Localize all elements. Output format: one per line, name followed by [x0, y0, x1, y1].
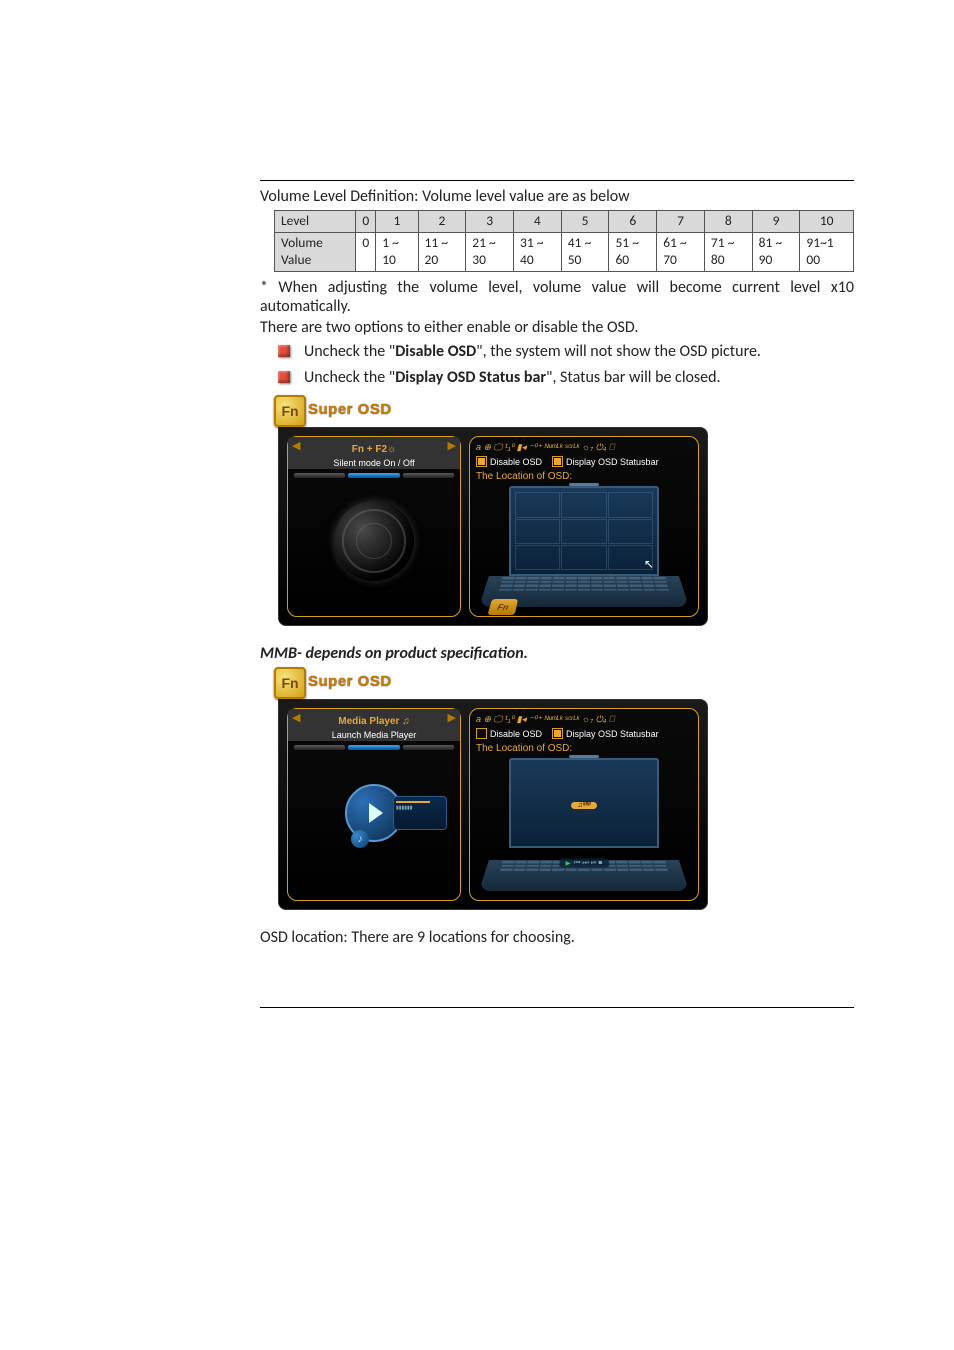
bullet-icon: [278, 345, 290, 357]
mini-player-icon: ▮▮▮▮▮▮: [393, 796, 447, 830]
location-grid[interactable]: ↖: [509, 486, 659, 576]
top-rule: [260, 180, 854, 181]
sub-tabs[interactable]: [294, 473, 454, 478]
osd-right-panel: a ⊕ 🖵 ¹₁⁰ ▮◂ ⁻⁰⁺ ᴺᵘᵐᴸᵏ ˢᶜʳᴸᵏ ☼₇ ⏻₄ ⎕ Dis…: [469, 436, 699, 617]
osd-left-panel: ◀ Fn + F2☼ ▶ Silent mode On / Off: [287, 436, 461, 617]
osd-left-panel: ◀ Media Player ♫ ▶ Launch Media Player: [287, 708, 461, 901]
osd-location-note: OSD location: There are 9 locations for …: [260, 928, 854, 947]
prev-arrow-icon[interactable]: ◀: [292, 439, 300, 452]
vol-def-intro: Volume Level Definition: Volume level va…: [260, 187, 854, 206]
fn-combo-label: Fn + F2☼: [352, 444, 396, 455]
window-title: Super OSD: [308, 401, 392, 418]
table-header-row: Level 0 1 2 3 4 5 6 7 8 9 10: [275, 211, 854, 233]
checkbox-icon: [476, 728, 487, 739]
osd-screenshot-mmb: Fn Super OSD ◀ Media Player ♫ ▶ Launch M…: [278, 671, 854, 910]
display-statusbar-checkbox[interactable]: Display OSD Statusbar: [552, 728, 659, 739]
bullet-icon: [278, 371, 290, 383]
checkbox-icon: [552, 728, 563, 739]
music-note-icon: ♪: [351, 830, 369, 848]
disable-osd-checkbox[interactable]: Disable OSD: [476, 456, 542, 467]
mmb-action-label: Launch Media Player: [288, 730, 460, 740]
sub-tabs[interactable]: [294, 745, 454, 750]
laptop-graphic: ♫ᴹᴹ ▶ ⏮ ⏭ ⏯ ■: [489, 758, 679, 894]
volume-note: * When adjusting the volume level, volum…: [260, 278, 854, 316]
checkbox-icon: [552, 456, 563, 467]
status-badge: ♫ᴹᴹ: [571, 802, 596, 809]
location-grid[interactable]: ♫ᴹᴹ: [509, 758, 659, 848]
laptop-graphic: ↖ Fn: [489, 486, 679, 610]
fan-icon: [334, 501, 414, 581]
app-icon: Fn: [274, 667, 306, 699]
prev-arrow-icon[interactable]: ◀: [292, 711, 300, 724]
volume-level-table: Level 0 1 2 3 4 5 6 7 8 9 10 Volume Valu…: [274, 210, 854, 272]
mmb-label: Media Player ♫: [338, 716, 409, 727]
disable-osd-checkbox[interactable]: Disable OSD: [476, 728, 542, 739]
osd-screenshot-fn: Fn Super OSD ◀ Fn + F2☼ ▶ Silent mode On…: [278, 399, 854, 626]
checkbox-icon: [476, 456, 487, 467]
table-value-row: Volume Value 0 1 ~ 10 11 ~ 20 21 ~ 30 31…: [275, 232, 854, 271]
location-label: The Location of OSD:: [476, 743, 692, 754]
option-display-statusbar: Uncheck the "Display OSD Status bar", St…: [278, 367, 854, 389]
fn-action-label: Silent mode On / Off: [288, 458, 460, 468]
options-intro: There are two options to either enable o…: [260, 318, 854, 337]
icon-row: a ⊕ 🖵 ¹₁⁰ ▮◂ ⁻⁰⁺ ᴺᵘᵐᴸᵏ ˢᶜʳᴸᵏ ☼₇ ⏻₄ ⎕: [476, 715, 692, 724]
bottom-rule: [260, 1007, 854, 1008]
icon-row: a ⊕ 🖵 ¹₁⁰ ▮◂ ⁻⁰⁺ ᴺᵘᵐᴸᵏ ˢᶜʳᴸᵏ ☼₇ ⏻₄ ⎕: [476, 443, 692, 452]
value-label: Volume Value: [275, 232, 356, 271]
cursor-icon: ↖: [644, 557, 654, 571]
level-label: Level: [275, 211, 356, 233]
options-list: Uncheck the "Disable OSD", the system wi…: [278, 341, 854, 390]
next-arrow-icon[interactable]: ▶: [448, 711, 456, 724]
next-arrow-icon[interactable]: ▶: [448, 439, 456, 452]
display-statusbar-checkbox[interactable]: Display OSD Statusbar: [552, 456, 659, 467]
mmb-heading: MMB- depends on product specification.: [260, 644, 854, 663]
app-icon: Fn: [274, 395, 306, 427]
status-bar: ▶ ⏮ ⏭ ⏯ ■: [559, 859, 609, 868]
osd-right-panel: a ⊕ 🖵 ¹₁⁰ ▮◂ ⁻⁰⁺ ᴺᵘᵐᴸᵏ ˢᶜʳᴸᵏ ☼₇ ⏻₄ ⎕ Dis…: [469, 708, 699, 901]
fn-key-icon: Fn: [487, 599, 518, 615]
option-disable-osd: Uncheck the "Disable OSD", the system wi…: [278, 341, 854, 363]
location-label: The Location of OSD:: [476, 471, 692, 482]
window-title: Super OSD: [308, 673, 392, 690]
